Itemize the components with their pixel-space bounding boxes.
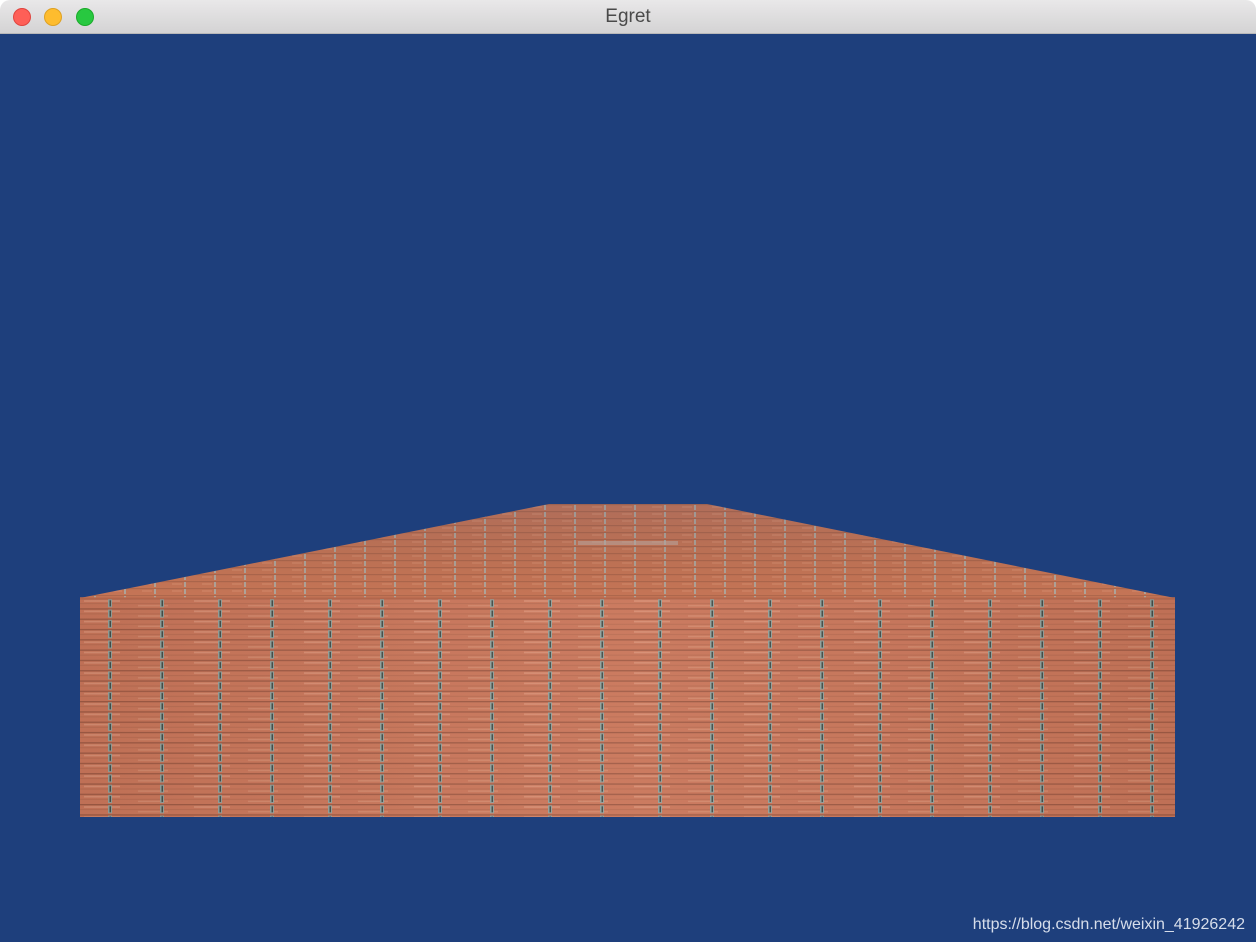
- title-bar[interactable]: Egret: [0, 0, 1256, 34]
- window-title: Egret: [605, 6, 651, 27]
- app-window: Egret https://blog.csdn.net/weixin_41926…: [0, 0, 1256, 942]
- scene-3d: [0, 34, 1256, 942]
- watermark-url: https://blog.csdn.net/weixin_41926242: [972, 916, 1245, 933]
- game-canvas[interactable]: [0, 34, 1256, 942]
- box-front-shade: [80, 598, 1175, 817]
- box-top-highlight: [578, 541, 678, 545]
